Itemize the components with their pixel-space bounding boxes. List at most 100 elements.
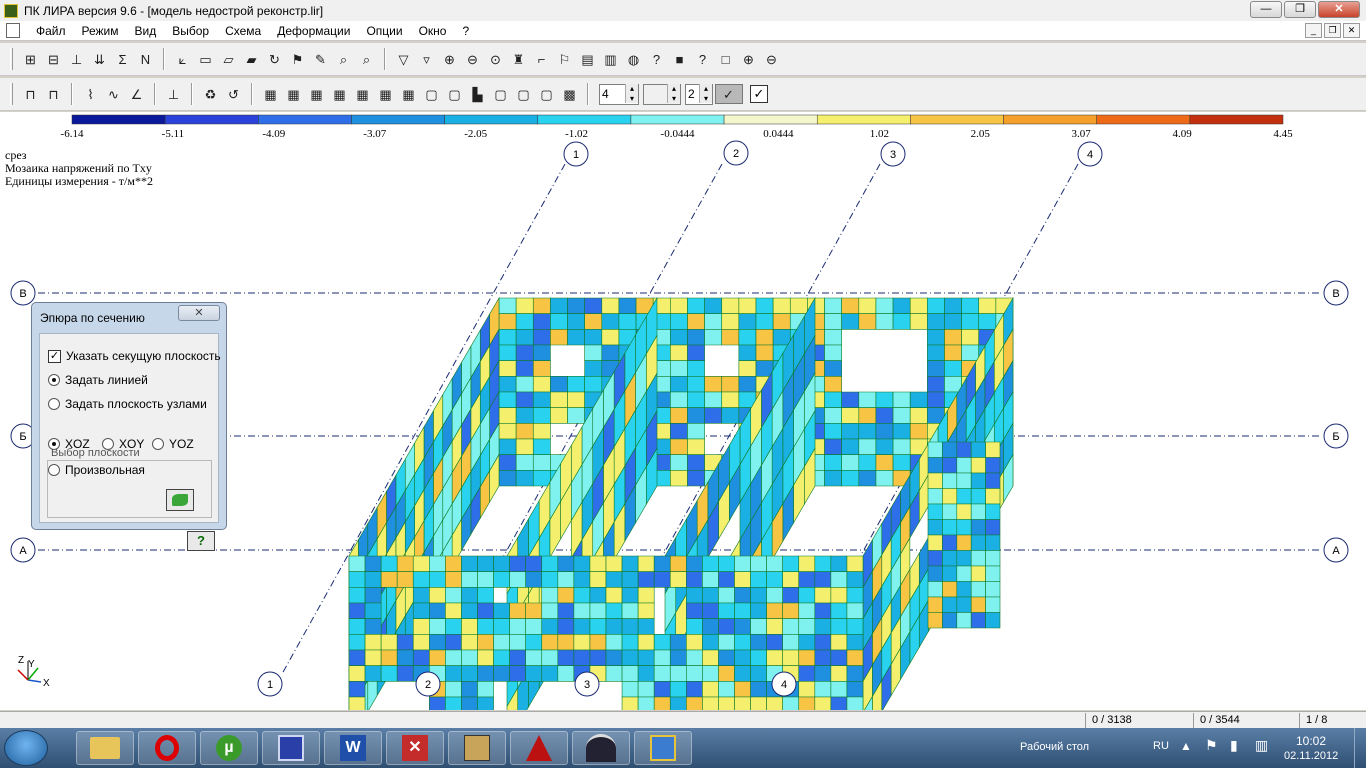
filter-icon[interactable]: ▽ (394, 49, 414, 69)
zoom-icon[interactable]: ⌕ (334, 49, 354, 69)
curve-icon[interactable]: ∿ (104, 84, 124, 104)
foxit-icon[interactable]: ✕ (386, 731, 444, 765)
deformed-icon[interactable]: ⌇ (81, 84, 101, 104)
table-icon[interactable]: ▤ (578, 49, 598, 69)
yz-projection-icon[interactable]: ▱ (219, 49, 239, 69)
menu-file[interactable]: Файл (28, 24, 74, 38)
menu-window[interactable]: ? (454, 24, 477, 38)
brush-icon[interactable]: ⌐ (532, 49, 552, 69)
menu-scheme[interactable]: Схема (217, 24, 269, 38)
filter-off-icon[interactable]: ▿ (417, 49, 437, 69)
mosaic-mx-icon[interactable]: ▦ (307, 84, 327, 104)
plot-icon[interactable]: ▙ (468, 84, 488, 104)
word-icon[interactable]: W (324, 731, 382, 765)
xoz-option[interactable]: XOZ (48, 437, 90, 451)
dialog-close-button[interactable]: ✕ (178, 305, 220, 321)
mosaic-mxy-icon[interactable]: ▦ (353, 84, 373, 104)
dialog-help-button[interactable]: ? (187, 531, 215, 551)
clock-date[interactable]: 02.11.2012 (1284, 750, 1338, 762)
elements-icon[interactable]: ⊟ (44, 49, 64, 69)
arch-icon[interactable] (572, 731, 630, 765)
loads-icon[interactable]: ⇊ (90, 49, 110, 69)
document-icon[interactable] (6, 23, 20, 38)
desktop-toolbar-label[interactable]: Рабочий стол (1020, 741, 1089, 753)
doc-restore-button[interactable]: ❐ (1324, 23, 1341, 38)
menu-deformations[interactable]: Деформации (269, 24, 358, 38)
animation-loop-icon[interactable]: ↺ (224, 84, 244, 104)
find-icon[interactable]: ⊙ (486, 49, 506, 69)
start-button[interactable] (4, 730, 48, 766)
steps-spinner[interactable]: 2 (685, 83, 713, 105)
element-search-icon[interactable]: ⊖ (463, 49, 483, 69)
maximize-button[interactable]: ❐ (1284, 1, 1316, 18)
arbitrary-radio[interactable] (48, 464, 60, 476)
menu-options[interactable]: Окно (411, 24, 455, 38)
show-desktop-button[interactable] (1354, 728, 1366, 768)
lira-grid-icon[interactable] (448, 731, 506, 765)
flag-icon[interactable]: ⚑ (288, 49, 308, 69)
apply-scale-icon[interactable]: ✓ (714, 84, 743, 104)
runner-icon[interactable]: ⚐ (555, 49, 575, 69)
acrobat-icon[interactable] (510, 731, 568, 765)
yellow-square-icon[interactable]: □ (716, 49, 736, 69)
xz-projection-icon[interactable]: ▭ (196, 49, 216, 69)
utorrent-icon[interactable]: µ (200, 731, 258, 765)
mosaic-qy-icon[interactable]: ▦ (399, 84, 419, 104)
mosaic-nx-icon[interactable]: ▦ (261, 84, 281, 104)
apply-plane-button[interactable] (166, 489, 194, 511)
zoom-out-icon[interactable]: ⊖ (762, 49, 782, 69)
opera-icon[interactable] (138, 731, 196, 765)
menu-mode[interactable]: Режим (74, 24, 127, 38)
xy-projection-icon[interactable]: ▰ (242, 49, 262, 69)
angle-icon[interactable]: ∠ (127, 84, 147, 104)
bottle-icon[interactable]: ♜ (509, 49, 529, 69)
animation-icon[interactable]: ♻ (201, 84, 221, 104)
frame-hatch-icon[interactable]: ⊓ (44, 84, 64, 104)
close-button[interactable]: ✕ (1318, 1, 1360, 18)
explorer-icon[interactable] (76, 731, 134, 765)
arbitrary-option[interactable]: Произвольная (48, 463, 145, 477)
minimize-button[interactable]: — (1250, 1, 1282, 18)
by-line-radio[interactable] (48, 374, 60, 386)
xoz-radio[interactable] (48, 438, 60, 450)
cut-plane-option[interactable]: ✓ Указать секущую плоскость (48, 349, 221, 363)
mosaic-ny-icon[interactable]: ▦ (284, 84, 304, 104)
sum-loads-icon[interactable]: Σ (113, 49, 133, 69)
toolbar-grip-2[interactable] (10, 83, 13, 105)
flag-tray-icon[interactable]: ⚑ (1205, 737, 1218, 754)
battery-icon[interactable]: ▮ (1230, 737, 1238, 754)
book-icon[interactable]: ■ (670, 49, 690, 69)
axes-icon[interactable]: ⟀ (173, 49, 193, 69)
yoz-option[interactable]: YOZ (152, 437, 194, 451)
tray-arrow-icon[interactable]: ▲ (1180, 739, 1192, 753)
clock-time[interactable]: 10:02 (1296, 734, 1326, 748)
doc-close-button[interactable]: ✕ (1343, 23, 1360, 38)
color-scale-icon[interactable]: ▩ (560, 84, 580, 104)
yoz-radio[interactable] (152, 438, 164, 450)
question-icon[interactable]: ? (693, 49, 713, 69)
rotate-icon[interactable]: ↻ (265, 49, 285, 69)
mosaic-my-icon[interactable]: ▦ (330, 84, 350, 104)
by-line-option[interactable]: Задать линией (48, 373, 148, 387)
by-nodes-radio[interactable] (48, 398, 60, 410)
globe-icon[interactable]: ◍ (624, 49, 644, 69)
supports-icon[interactable]: ⊥ (67, 49, 87, 69)
menu-select[interactable]: Выбор (164, 24, 217, 38)
network-icon[interactable]: ▥ (1255, 737, 1268, 754)
blank-spinner[interactable] (643, 83, 681, 105)
mosaic-qx-icon[interactable]: ▦ (376, 84, 396, 104)
xoy-radio[interactable] (102, 438, 114, 450)
cut-plane-checkbox[interactable]: ✓ (48, 349, 61, 363)
doc-minimize-button[interactable]: _ (1305, 23, 1322, 38)
scale-checkbox[interactable]: ✓ (750, 85, 768, 103)
diagram-icon[interactable]: ⊥ (164, 84, 184, 104)
menu-forces[interactable]: Опции (358, 24, 410, 38)
normal-forces-icon[interactable]: N (136, 49, 156, 69)
help-pointer-icon[interactable]: ? (647, 49, 667, 69)
by-nodes-option[interactable]: Задать плоскость узлами (48, 397, 207, 411)
zoom-window-icon[interactable]: ⌕ (357, 49, 377, 69)
xoy-option[interactable]: XOY (102, 437, 144, 451)
language-indicator[interactable]: RU (1153, 740, 1169, 752)
toolbar-grip[interactable] (10, 48, 13, 70)
menu-view[interactable]: Вид (127, 24, 165, 38)
